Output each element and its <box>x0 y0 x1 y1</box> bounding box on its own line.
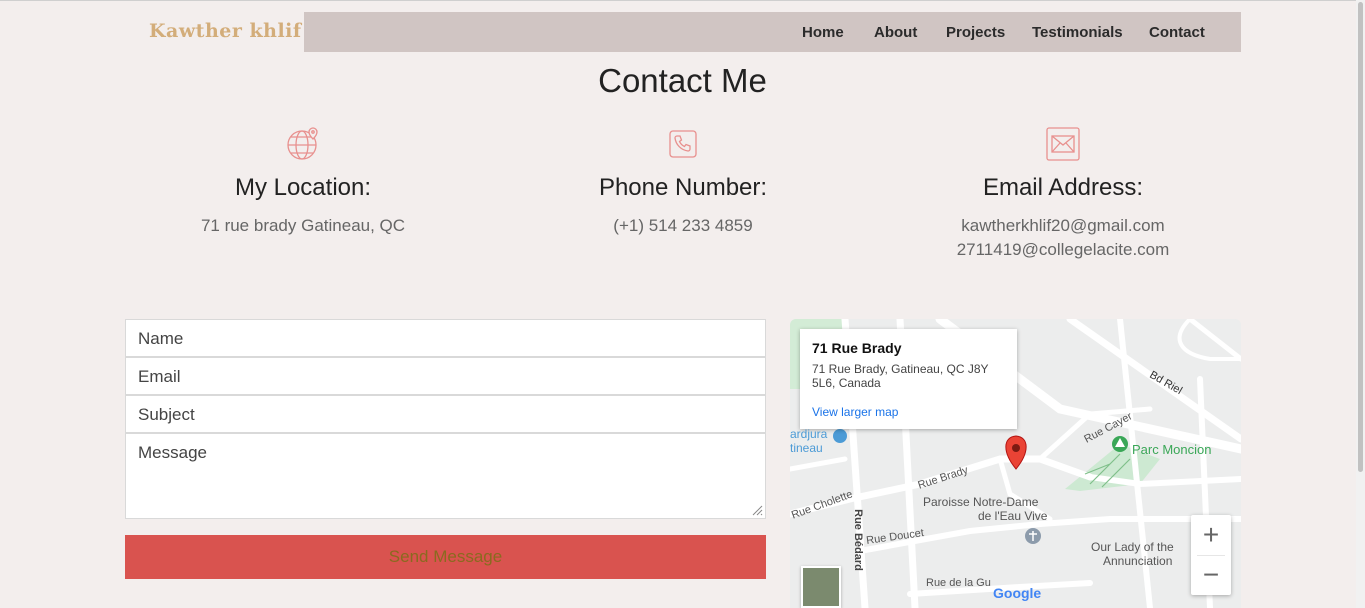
name-input[interactable]: Name <box>125 319 766 357</box>
google-logo: Google <box>993 585 1042 601</box>
map-info-card: 71 Rue Brady 71 Rue Brady, Gatineau, QC … <box>800 329 1017 429</box>
page-scrollbar[interactable] <box>1356 0 1365 608</box>
phone-number: (+1) 514 233 4859 <box>613 216 753 235</box>
resize-handle-icon[interactable] <box>751 504 763 516</box>
view-larger-map-link[interactable]: View larger map <box>812 405 898 419</box>
location-address: 71 rue brady Gatineau, QC <box>200 216 406 235</box>
map-label-rue-bedard: Rue Bédard <box>851 509 864 571</box>
nav-projects[interactable]: Projects <box>946 24 1005 41</box>
send-message-button[interactable]: Send Message <box>125 535 766 579</box>
phone-heading: Phone Number: <box>598 174 768 201</box>
message-textarea[interactable]: Message <box>125 433 766 519</box>
location-block: My Location: 71 rue brady Gatineau, QC <box>123 126 483 238</box>
map-label-our-lady-2: Annunciation <box>1103 554 1173 568</box>
phone-icon <box>665 126 701 162</box>
email-primary: kawtherkhlif20@gmail.com <box>961 216 1165 235</box>
map-label-parc-moncion: Parc Moncion <box>1132 442 1212 457</box>
subject-input[interactable]: Subject <box>125 395 766 433</box>
page-title: Contact Me <box>598 62 767 99</box>
map-card-address: 71 Rue Brady, Gatineau, QC J8Y 5L6, Cana… <box>812 362 989 390</box>
map-label-paroisse-2: de l'Eau Vive <box>978 509 1048 523</box>
nav-about[interactable]: About <box>874 24 917 41</box>
map-label-paroisse-1: Paroisse Notre-Dame <box>923 495 1039 509</box>
satellite-toggle-thumbnail[interactable] <box>801 566 841 608</box>
email-input[interactable]: Email <box>125 357 766 395</box>
email-secondary: 2711419@collegelacite.com <box>956 240 1170 259</box>
top-border <box>0 0 1365 1</box>
map-card-title: 71 Rue Brady <box>812 340 902 356</box>
location-heading: My Location: <box>234 174 372 201</box>
nav-home[interactable]: Home <box>802 24 844 41</box>
envelope-icon <box>1045 126 1081 162</box>
phone-block: Phone Number: (+1) 514 233 4859 <box>503 126 863 238</box>
message-placeholder: Message <box>138 443 207 462</box>
map-label-our-lady-1: Our Lady of the <box>1091 540 1174 554</box>
zoom-out-button[interactable]: − <box>1191 555 1231 595</box>
map-embed[interactable]: 71 Rue Brady 71 Rue Brady, Gatineau, QC … <box>790 319 1241 608</box>
globe-pin-icon <box>285 126 321 162</box>
site-logo[interactable]: Kawther khlif <box>149 20 302 42</box>
navbar: Home About Projects Testimonials Contact <box>304 12 1241 52</box>
zoom-controls: + − <box>1191 515 1231 595</box>
zoom-in-button[interactable]: + <box>1191 515 1231 555</box>
nav-contact[interactable]: Contact <box>1149 24 1205 41</box>
nav-testimonials[interactable]: Testimonials <box>1032 24 1123 41</box>
email-heading: Email Address: <box>982 174 1144 201</box>
map-label-gardjura-1: ardjura <box>790 427 828 441</box>
map-label-rue-de-la-gu: Rue de la Gu <box>926 577 991 589</box>
scrollbar-thumb[interactable] <box>1358 2 1363 472</box>
email-block: Email Address: kawtherkhlif20@gmail.com … <box>883 126 1243 262</box>
map-label-gardjura-2: tineau <box>790 441 823 455</box>
